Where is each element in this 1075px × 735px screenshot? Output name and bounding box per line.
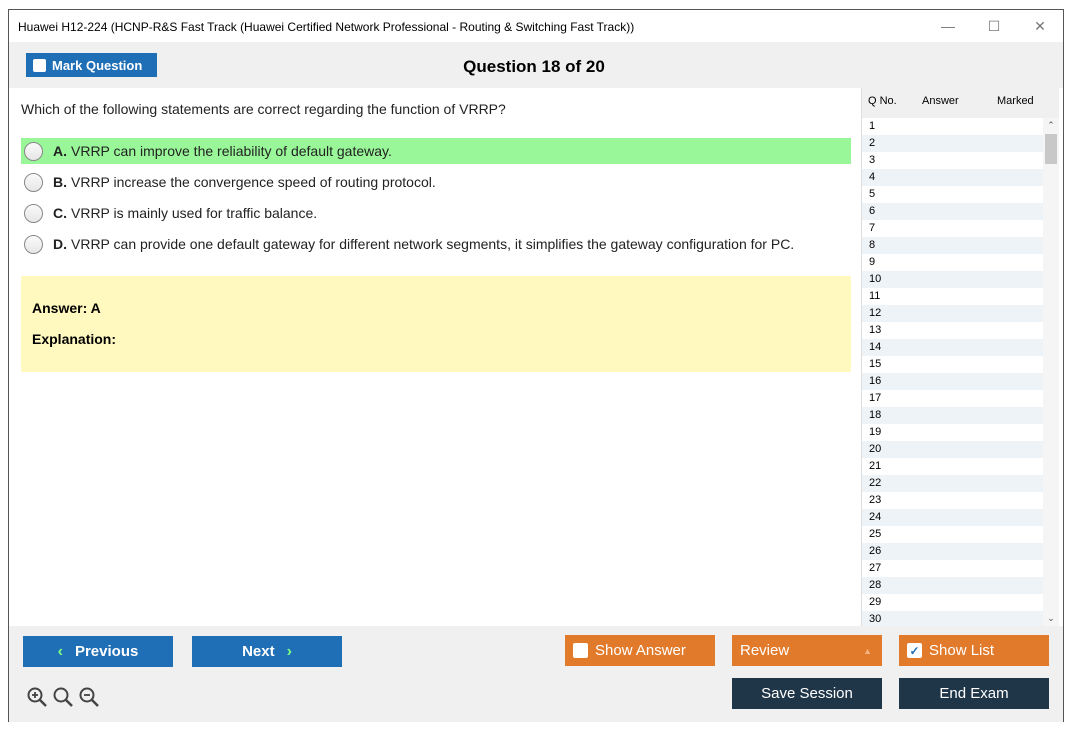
option-letter: D. <box>53 236 67 252</box>
window-controls: — ☐ ✕ <box>925 10 1063 42</box>
question-list-row[interactable]: 21 <box>862 458 1044 475</box>
question-list-row[interactable]: 12 <box>862 305 1044 322</box>
scroll-down-icon[interactable]: ⌄ <box>1043 613 1059 624</box>
option-c[interactable]: C. VRRP is mainly used for traffic balan… <box>21 200 851 226</box>
zoom-reset-icon[interactable] <box>52 686 74 708</box>
option-letter: A. <box>53 143 67 159</box>
zoom-controls <box>26 686 100 708</box>
question-list-row[interactable]: 13 <box>862 322 1044 339</box>
chevron-right-icon: › <box>286 642 292 660</box>
marked-header: Marked <box>997 95 1034 107</box>
option-text: VRRP increase the convergence speed of r… <box>71 174 436 190</box>
footer-bar: ‹ Previous Next › Show Answer Review ▲ ✓… <box>9 626 1063 722</box>
question-list-row[interactable]: 25 <box>862 526 1044 543</box>
question-list-header: Q No. Answer Marked <box>862 88 1059 118</box>
maximize-button[interactable]: ☐ <box>971 10 1017 42</box>
show-answer-label: Show Answer <box>595 642 686 659</box>
qno-header: Q No. <box>868 95 897 107</box>
question-list-row[interactable]: 26 <box>862 543 1044 560</box>
question-list-row[interactable]: 24 <box>862 509 1044 526</box>
zoom-in-icon[interactable] <box>26 686 48 708</box>
question-list-row[interactable]: 9 <box>862 254 1044 271</box>
title-bar: Huawei H12-224 (HCNP-R&S Fast Track (Hua… <box>9 10 1063 42</box>
minimize-button[interactable]: — <box>925 10 971 42</box>
checkbox-icon <box>573 643 588 658</box>
show-list-button[interactable]: ✓ Show List <box>899 635 1049 666</box>
radio-button[interactable] <box>24 172 43 192</box>
question-list-row[interactable]: 11 <box>862 288 1044 305</box>
option-b[interactable]: B. VRRP increase the convergence speed o… <box>21 169 851 195</box>
question-list-row[interactable]: 1 <box>862 118 1044 135</box>
question-list-row[interactable]: 23 <box>862 492 1044 509</box>
question-list-row[interactable]: 15 <box>862 356 1044 373</box>
option-text: VRRP can provide one default gateway for… <box>71 236 795 252</box>
chevron-left-icon: ‹ <box>57 642 63 660</box>
question-text: Which of the following statements are co… <box>21 101 506 117</box>
question-list-scrollbar[interactable]: ⌃ ⌄ <box>1043 118 1059 626</box>
caret-up-icon: ▲ <box>863 645 872 656</box>
radio-button[interactable] <box>24 203 43 223</box>
scroll-up-icon[interactable]: ⌃ <box>1043 120 1059 131</box>
option-letter: C. <box>53 205 67 221</box>
save-session-button[interactable]: Save Session <box>732 678 882 709</box>
option-d[interactable]: D. VRRP can provide one default gateway … <box>21 231 851 257</box>
question-list-row[interactable]: 18 <box>862 407 1044 424</box>
show-list-label: Show List <box>929 642 995 659</box>
previous-button[interactable]: ‹ Previous <box>23 636 173 667</box>
question-list-row[interactable]: 6 <box>862 203 1044 220</box>
question-list-row[interactable]: 5 <box>862 186 1044 203</box>
next-button[interactable]: Next › <box>192 636 342 667</box>
question-list: Q No. Answer Marked 1 2 3 4 5 6 7 8 9 10 11 12 13 14 1… <box>861 88 1059 628</box>
question-list-row[interactable]: 7 <box>862 220 1044 237</box>
end-exam-button[interactable]: End Exam <box>899 678 1049 709</box>
mark-question-label: Mark Question <box>52 57 143 73</box>
question-list-row[interactable]: 29 <box>862 594 1044 611</box>
scroll-thumb[interactable] <box>1045 134 1057 164</box>
zoom-out-icon[interactable] <box>78 686 100 708</box>
question-list-row[interactable]: 22 <box>862 475 1044 492</box>
question-list-row[interactable]: 17 <box>862 390 1044 407</box>
radio-button[interactable] <box>24 141 43 161</box>
question-list-row[interactable]: 3 <box>862 152 1044 169</box>
answer-box: Answer: A Explanation: <box>21 276 851 372</box>
question-list-row[interactable]: 16 <box>862 373 1044 390</box>
option-text: VRRP can improve the reliability of defa… <box>71 143 392 159</box>
question-list-row[interactable]: 2 <box>862 135 1044 152</box>
question-list-row[interactable]: 19 <box>862 424 1044 441</box>
answer-header: Answer <box>922 95 959 107</box>
window-title: Huawei H12-224 (HCNP-R&S Fast Track (Hua… <box>18 20 635 34</box>
question-list-row[interactable]: 20 <box>862 441 1044 458</box>
question-list-row[interactable]: 8 <box>862 237 1044 254</box>
checkbox-icon <box>33 58 46 72</box>
option-a[interactable]: A. VRRP can improve the reliability of d… <box>21 138 851 164</box>
question-list-rows: 1 2 3 4 5 6 7 8 9 10 11 12 13 14 15 16 17 18 19 20 21 22 23 24 2… <box>862 118 1044 628</box>
question-header: Question 18 of 20 Mark Question <box>9 42 1063 88</box>
option-letter: B. <box>53 174 67 190</box>
close-button[interactable]: ✕ <box>1017 10 1063 42</box>
question-counter: Question 18 of 20 <box>463 57 605 76</box>
radio-button[interactable] <box>24 234 43 254</box>
explanation-label: Explanation: <box>32 331 117 347</box>
review-dropdown[interactable]: Review ▲ <box>732 635 882 666</box>
next-label: Next <box>242 643 275 660</box>
review-label: Review <box>740 642 790 659</box>
question-list-row[interactable]: 14 <box>862 339 1044 356</box>
question-list-row[interactable]: 4 <box>862 169 1044 186</box>
app-window: Huawei H12-224 (HCNP-R&S Fast Track (Hua… <box>8 9 1064 722</box>
checked-checkbox-icon: ✓ <box>907 643 922 658</box>
question-list-row[interactable]: 28 <box>862 577 1044 594</box>
option-text: VRRP is mainly used for traffic balance. <box>71 205 318 221</box>
save-session-label: Save Session <box>761 685 853 702</box>
show-answer-button[interactable]: Show Answer <box>565 635 715 666</box>
mark-question-button[interactable]: Mark Question <box>26 53 157 77</box>
previous-label: Previous <box>74 643 139 660</box>
answer-label: Answer: A <box>32 300 101 316</box>
end-exam-label: End Exam <box>939 685 1009 702</box>
question-list-row[interactable]: 27 <box>862 560 1044 577</box>
question-panel: Which of the following statements are co… <box>9 88 859 626</box>
question-list-row[interactable]: 10 <box>862 271 1044 288</box>
